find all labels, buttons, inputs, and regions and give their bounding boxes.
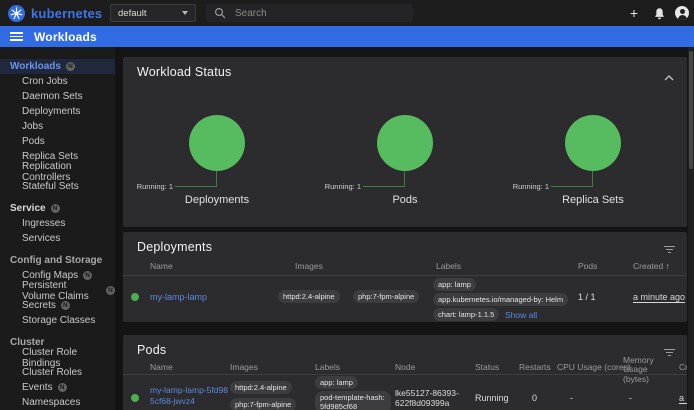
sidebar-item-services[interactable]: Services: [0, 231, 115, 246]
page-title: Workloads: [34, 30, 97, 44]
pod-status: Running: [475, 393, 509, 403]
namespaced-badge: N: [66, 62, 75, 71]
memory-usage: -: [629, 393, 632, 403]
sidebar-item-service[interactable]: Service N: [0, 201, 115, 216]
chart-callout: Running: 1: [325, 182, 361, 191]
sidebar-section-config-and-storage: Config and Storage: [0, 253, 115, 268]
user-icon: [675, 6, 689, 20]
chart-callout: Running: 1: [513, 182, 549, 191]
sidebar-item-pods[interactable]: Pods: [0, 134, 115, 149]
created-age: a minute ago: [679, 393, 687, 403]
card-title: Deployments: [137, 240, 212, 254]
column-header-images: Images: [230, 362, 258, 372]
chevron-down-icon: [182, 11, 188, 15]
sidebar-item-storage-classes[interactable]: Storage Classes: [0, 313, 115, 328]
search-input[interactable]: [235, 8, 385, 19]
column-header-restarts: Restarts: [519, 362, 551, 372]
brand-name: kubernetes: [31, 6, 102, 21]
image-chip: httpd:2.4-alpine: [278, 290, 340, 303]
sidebar-item-namespaces[interactable]: Namespaces: [0, 395, 115, 410]
column-header-status: Status: [475, 362, 499, 372]
node-name: lke55127-86393-622f8d09399a: [395, 388, 459, 408]
label-chip: app: lamp: [315, 376, 358, 389]
sidebar-item-cron-jobs[interactable]: Cron Jobs: [0, 74, 115, 89]
label-chip: app: lamp: [433, 278, 476, 291]
pods-card: Pods Name Images Labels Node Status Rest…: [123, 335, 687, 410]
kubernetes-dashboard: kubernetes default + Workloads: [0, 0, 694, 410]
image-chip: php:7-fpm-alpine: [230, 398, 296, 410]
sidebar-item-jobs[interactable]: Jobs: [0, 119, 115, 134]
image-chip: httpd:2.4-alpine: [230, 381, 292, 394]
label-chip: chart: lamp-1.1.5: [433, 308, 499, 321]
sidebar-item-daemon-sets[interactable]: Daemon Sets: [0, 89, 115, 104]
deployments-card: Deployments Name Images Labels Pods Crea…: [123, 232, 687, 322]
sidebar-item-deployments[interactable]: Deployments: [0, 104, 115, 119]
namespaced-badge: N: [51, 204, 60, 213]
bell-icon: [653, 7, 666, 20]
column-header-images: Images: [295, 261, 323, 271]
kubernetes-logo-link[interactable]: kubernetes: [8, 4, 102, 22]
sidebar-item-events[interactable]: Events N: [0, 380, 115, 395]
plus-icon: +: [630, 5, 638, 21]
deployments-status-chart: Running: 1 Deployments: [137, 57, 297, 227]
card-title: Pods: [137, 343, 166, 357]
sidebar-item-replication-controllers[interactable]: Replication Controllers: [0, 164, 115, 179]
column-header-pods: Pods: [578, 261, 597, 271]
menu-icon[interactable]: [10, 30, 23, 44]
chart-label: Deployments: [137, 194, 297, 206]
cpu-usage: -: [570, 393, 573, 403]
image-chip: php:7-fpm-alpine: [353, 290, 419, 303]
column-header-name[interactable]: Name: [150, 261, 173, 271]
namespaced-badge: N: [106, 286, 115, 295]
sidebar-item-cluster-role-bindings[interactable]: Cluster Role Bindings: [0, 350, 115, 365]
workload-status-card: Workload Status Running: 1 Deployments R…: [123, 57, 687, 227]
pods-status-chart: Running: 1 Pods: [325, 57, 485, 227]
search-icon: [214, 7, 226, 19]
pie-running-segment: [377, 115, 433, 171]
user-menu-button[interactable]: [672, 0, 692, 26]
add-resource-button[interactable]: +: [624, 0, 644, 26]
namespaced-badge: N: [61, 301, 70, 310]
column-header-labels: Labels: [436, 261, 461, 271]
column-header-cpu: CPU Usage (cores): [557, 362, 631, 372]
column-header-created[interactable]: Created ↑: [679, 362, 687, 372]
search-box[interactable]: [206, 4, 413, 22]
namespace-value: default: [118, 8, 147, 19]
pie-running-segment: [189, 115, 245, 171]
label-chip: pod-template-hash: 5fd985cf68: [315, 391, 391, 410]
deployment-name-link[interactable]: my-lamp-lamp: [150, 292, 207, 302]
top-bar: kubernetes default +: [0, 0, 694, 26]
restarts-count: 0: [532, 393, 537, 403]
namespaced-badge: N: [58, 383, 67, 392]
scrollbar-thumb[interactable]: [689, 51, 693, 169]
column-header-node: Node: [395, 362, 415, 372]
pods-count: 1 / 1: [578, 292, 596, 302]
column-header-labels: Labels: [315, 362, 340, 372]
replica-sets-status-chart: Running: 1 Replica Sets: [513, 57, 673, 227]
show-all-link[interactable]: Show all: [505, 310, 537, 320]
column-header-memory: Memory Usage (bytes): [623, 356, 675, 384]
chart-label: Pods: [325, 194, 485, 206]
label-chip: app.kubernetes.io/managed-by: Helm: [433, 293, 568, 306]
sidebar-item-ingresses[interactable]: Ingresses: [0, 216, 115, 231]
filter-icon[interactable]: [663, 244, 675, 255]
kubernetes-logo-icon: [8, 5, 25, 22]
app-bar: Workloads: [0, 26, 694, 47]
notifications-button[interactable]: [649, 0, 669, 26]
sidebar-item-persistent-volume-claims[interactable]: Persistent Volume Claims N: [0, 283, 115, 298]
sort-ascending-icon: ↑: [666, 261, 670, 271]
chart-callout: Running: 1: [137, 182, 173, 191]
sidebar-nav: Workloads N Cron Jobs Daemon Sets Deploy…: [0, 47, 115, 410]
column-header-name[interactable]: Name: [150, 362, 173, 372]
pie-running-segment: [565, 115, 621, 171]
created-age: a minute ago: [633, 292, 685, 302]
namespace-selector[interactable]: default: [110, 4, 196, 22]
sidebar-item-workloads[interactable]: Workloads N: [0, 59, 115, 74]
status-ok-icon: [131, 394, 139, 402]
chart-label: Replica Sets: [513, 194, 673, 206]
column-header-created[interactable]: Created ↑: [633, 261, 670, 271]
pod-name-link[interactable]: my-lamp-lamp-5fd985cf68-jwvz4: [150, 385, 228, 406]
status-ok-icon: [131, 293, 139, 301]
